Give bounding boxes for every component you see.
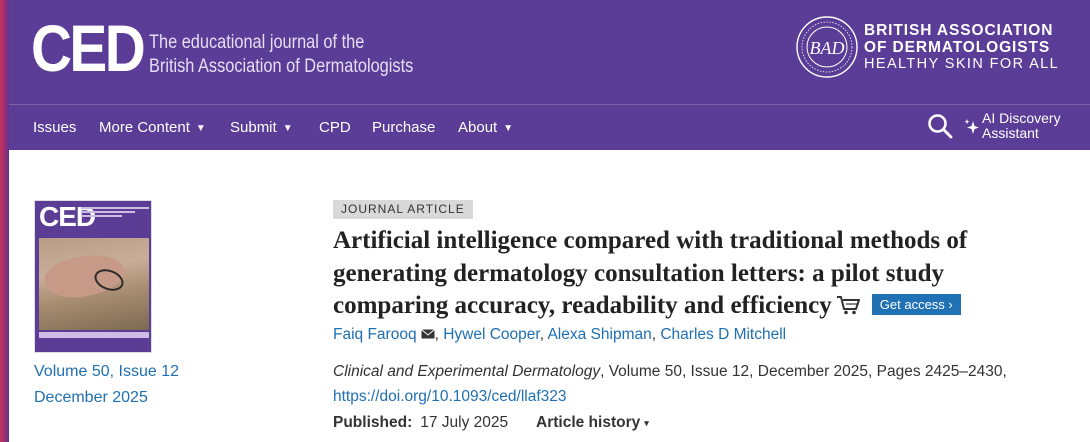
chevron-down-icon: ▼ [503, 123, 514, 134]
chevron-down-icon: ▼ [195, 123, 206, 134]
nav-submit-label: Submit [230, 119, 277, 136]
author-list: Faiq Farooq, Hywel Cooper, Alexa Shipman… [333, 326, 787, 343]
site-header: CED The educational journal of the Briti… [9, 0, 1090, 104]
article-type-badge: JOURNAL ARTICLE [333, 200, 473, 219]
journal-logo[interactable]: CED [31, 10, 146, 86]
search-icon[interactable] [927, 113, 953, 139]
nav-issues[interactable]: Issues [33, 105, 76, 151]
cover-title: CED [39, 201, 96, 232]
nav-purchase-label: Purchase [372, 119, 436, 136]
author-link[interactable]: Hywel Cooper [443, 326, 540, 343]
society-slogan: HEALTHY SKIN FOR ALL [864, 56, 1060, 72]
published-info: Published: 17 July 2025 [333, 413, 508, 433]
cover-subtitle-decoration [81, 207, 149, 217]
get-access-button[interactable]: Get access › [871, 294, 961, 315]
nav-more-content-label: More Content [99, 119, 190, 136]
nav-issues-label: Issues [33, 119, 77, 136]
tagline-line-2: British Association of Dermatologists [149, 56, 414, 77]
nav-about[interactable]: About ▼ [458, 105, 513, 151]
chevron-down-icon: ▾ [644, 418, 649, 428]
nav-cpd[interactable]: CPD [319, 105, 351, 151]
nav-cpd-label: CPD [319, 119, 351, 136]
society-name-line-1: BRITISH ASSOCIATION [864, 22, 1054, 39]
journal-name: Clinical and Experimental Dermatology [333, 363, 601, 380]
citation: Clinical and Experimental Dermatology, V… [333, 362, 1007, 382]
article-history-label: Article history [536, 414, 641, 431]
bad-seal-text: BAD [810, 38, 845, 58]
journal-tagline: The educational journal of the British A… [149, 31, 413, 79]
nav-submit[interactable]: Submit ▼ [230, 105, 293, 151]
sparkle-icon [964, 119, 979, 134]
chevron-down-icon: ▼ [282, 123, 293, 134]
envelope-icon[interactable] [420, 329, 435, 339]
article-history-toggle[interactable]: Article history ▾ [536, 413, 649, 433]
page: CED The educational journal of the Briti… [9, 0, 1090, 442]
issue-date-link[interactable]: December 2025 [34, 388, 148, 408]
ai-assistant-line-1: AI Discovery [982, 110, 1061, 126]
article-title: Artificial intelligence compared with tr… [333, 225, 1053, 323]
cover-photo [39, 238, 149, 330]
ai-discovery-assistant-button[interactable]: AI Discovery Assistant [964, 111, 1074, 143]
author-link[interactable]: Faiq Farooq [333, 326, 417, 343]
volume-issue-link[interactable]: Volume 50, Issue 12 [34, 362, 179, 382]
author-link[interactable]: Charles D Mitchell [660, 326, 786, 343]
citation-details: , Volume 50, Issue 12, December 2025, Pa… [600, 363, 1007, 380]
tagline-line-1: The educational journal of the [149, 32, 365, 53]
ai-assistant-label: AI Discovery Assistant [982, 111, 1061, 141]
society-name[interactable]: BRITISH ASSOCIATION OF DERMATOLOGISTS HE… [864, 22, 1059, 73]
nav-more-content[interactable]: More Content ▼ [99, 105, 206, 151]
nav-about-label: About [458, 119, 498, 136]
author-link[interactable]: Alexa Shipman [547, 326, 651, 343]
doi-link[interactable]: https://doi.org/10.1093/ced/llaf323 [333, 387, 567, 407]
ai-assistant-line-2: Assistant [982, 125, 1039, 141]
cover-band [39, 332, 149, 338]
published-label: Published: [333, 414, 413, 431]
published-date: 17 July 2025 [420, 414, 509, 431]
bad-seal-logo[interactable]: BAD [795, 15, 859, 79]
cart-icon [836, 296, 860, 315]
nav-purchase[interactable]: Purchase [372, 105, 435, 151]
issue-cover-image[interactable]: CED [34, 200, 152, 353]
society-name-line-2: OF DERMATOLOGISTS [864, 39, 1051, 56]
